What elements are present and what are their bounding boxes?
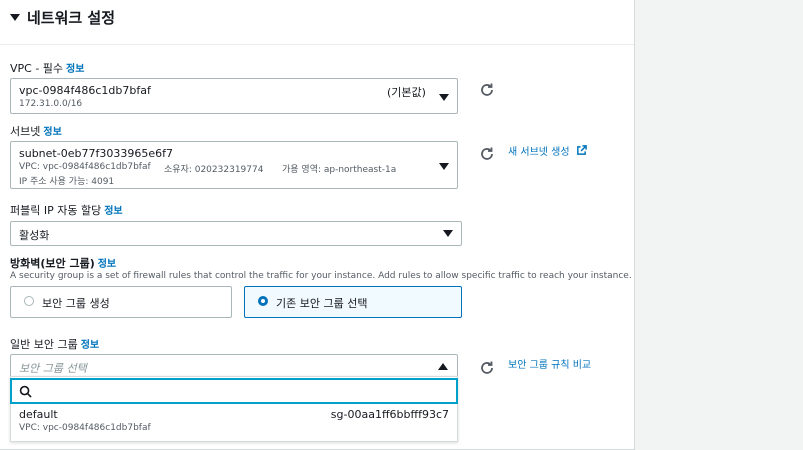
public-ip-select[interactable]: 활성화 — [10, 221, 462, 246]
caret-down-icon[interactable] — [10, 14, 20, 21]
vpc-cidr: 172.31.0.0/16 — [19, 99, 83, 109]
radio-button-selected[interactable] — [258, 296, 268, 306]
vpc-label-text: VPC - 필수 — [10, 62, 64, 75]
vpc-label: VPC - 필수 정보 — [10, 60, 84, 76]
common-sg-label: 일반 보안 그룹 정보 — [10, 336, 99, 352]
radio-button[interactable] — [24, 296, 34, 306]
firewall-description: A security group is a set of firewall ru… — [10, 271, 632, 281]
section-header[interactable]: 네트워크 설정 — [0, 0, 634, 45]
vpc-default-badge: (기본값) — [387, 86, 426, 99]
radio-existing-security-group[interactable]: 기존 보안 그룹 선택 — [244, 286, 462, 318]
public-ip-value: 활성화 — [19, 229, 50, 242]
firewall-label: 방화벽(보안 그룹) 정보 — [10, 255, 116, 271]
new-subnet-link-text[interactable]: 새 서브넷 생성 — [508, 147, 570, 158]
public-ip-label: 퍼블릭 IP 자동 할당 정보 — [10, 202, 123, 218]
radio-label: 기존 보안 그룹 선택 — [276, 297, 368, 310]
sg-dropdown-caret-up-icon — [438, 363, 448, 370]
firewall-label-text: 방화벽(보안 그룹) — [10, 257, 95, 270]
external-link-icon — [576, 145, 587, 155]
search-icon — [19, 385, 32, 398]
subnet-label-text: 서브넷 — [10, 125, 41, 138]
subnet-refresh-icon[interactable] — [479, 146, 495, 162]
firewall-info-link[interactable]: 정보 — [98, 259, 116, 270]
radio-label: 보안 그룹 생성 — [42, 297, 110, 310]
common-sg-label-text: 일반 보안 그룹 — [10, 338, 78, 351]
new-subnet-link[interactable]: 새 서브넷 생성 — [508, 143, 587, 158]
sg-placeholder: 보안 그룹 선택 — [19, 362, 87, 375]
vpc-select[interactable]: vpc-0984f486c1db7bfaf 172.31.0.0/16 (기본값… — [10, 78, 458, 114]
sg-option-name[interactable]: default — [19, 408, 58, 421]
public-ip-dropdown-caret-icon — [443, 230, 453, 237]
subnet-select[interactable]: subnet-0eb77f3033965e6f7 VPC: vpc-0984f4… — [10, 141, 458, 189]
network-settings-panel: 네트워크 설정 VPC - 필수 정보 vpc-0984f486c1db7bfaf… — [0, 0, 635, 450]
sg-refresh-icon[interactable] — [479, 360, 495, 376]
public-ip-info-link[interactable]: 정보 — [104, 206, 122, 217]
vpc-dropdown-caret-icon — [439, 94, 449, 101]
subnet-label: 서브넷 정보 — [10, 123, 62, 139]
subnet-ip-available: IP 주소 사용 가능: 4091 — [19, 177, 115, 187]
vpc-info-link[interactable]: 정보 — [66, 64, 84, 75]
vpc-value: vpc-0984f486c1db7bfaf — [19, 84, 151, 97]
subnet-vpc: VPC: vpc-0984f486c1db7bfaf — [19, 162, 151, 172]
vpc-refresh-icon[interactable] — [479, 82, 495, 98]
compare-sg-rules-link[interactable]: 보안 그룹 규칙 비교 — [508, 356, 591, 371]
subnet-dropdown-caret-icon — [439, 163, 449, 170]
common-sg-info-link[interactable]: 정보 — [81, 340, 99, 351]
sg-search-input[interactable] — [10, 378, 458, 404]
subnet-info-link[interactable]: 정보 — [43, 127, 61, 138]
subnet-az: 가용 영역: ap-northeast-1a — [282, 165, 397, 175]
sg-option-vpc: VPC: vpc-0984f486c1db7bfaf — [19, 423, 151, 433]
public-ip-label-text: 퍼블릭 IP 자동 할당 — [10, 204, 102, 217]
subnet-owner: 소유자: 020232319774 — [164, 165, 264, 175]
subnet-value: subnet-0eb77f3033965e6f7 — [19, 147, 173, 160]
sg-option-id[interactable]: sg-00aa1ff6bbfff93c7 — [331, 408, 449, 421]
section-title: 네트워크 설정 — [27, 9, 116, 27]
radio-create-security-group[interactable]: 보안 그룹 생성 — [10, 286, 232, 318]
